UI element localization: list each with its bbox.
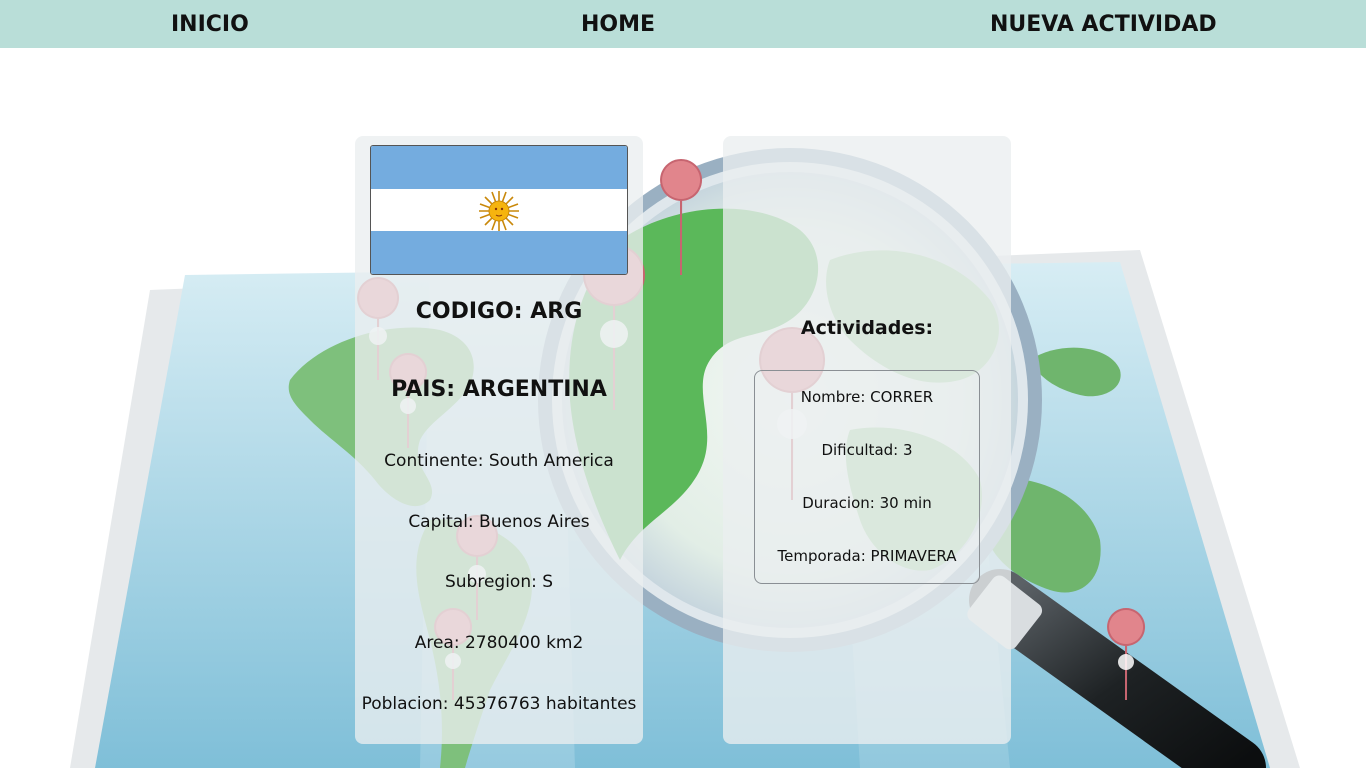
- country-flag-image: [370, 145, 628, 275]
- nav-link-home[interactable]: HOME: [581, 0, 655, 48]
- activities-title: Actividades:: [800, 317, 934, 339]
- top-navbar: INICIO HOME NUEVA ACTIVIDAD: [0, 0, 1366, 48]
- sun-of-may-icon: [479, 191, 519, 231]
- nav-link-inicio[interactable]: INICIO: [171, 0, 249, 48]
- activity-name: Nombre: CORRER: [800, 388, 934, 406]
- country-continent: Continente: South America: [384, 451, 614, 471]
- activity-season: Temporada: PRIMAVERA: [777, 547, 957, 565]
- country-name: PAIS: ARGENTINA: [391, 377, 607, 402]
- world-map-background: [70, 148, 1300, 768]
- activities-card: Actividades: Nombre: CORRER Dificultad: …: [723, 136, 1011, 744]
- nav-link-nueva-actividad[interactable]: NUEVA ACTIVIDAD: [990, 0, 1217, 48]
- country-detail-card: CODIGO: ARG PAIS: ARGENTINA Continente: …: [355, 136, 643, 744]
- country-subregion: Subregion: S: [444, 572, 554, 592]
- activity-difficulty: Dificultad: 3: [821, 441, 913, 459]
- activity-duration: Duracion: 30 min: [802, 494, 932, 512]
- flag-blue-stripe-bottom: [371, 231, 627, 274]
- country-capital: Capital: Buenos Aires: [408, 512, 590, 532]
- country-population: Poblacion: 45376763 habitantes: [361, 694, 637, 714]
- flag-blue-stripe-top: [371, 146, 627, 189]
- country-area: Area: 2780400 km2: [414, 633, 584, 653]
- activity-item: Nombre: CORRER Dificultad: 3 Duracion: 3…: [754, 370, 980, 584]
- country-code: CODIGO: ARG: [415, 299, 583, 324]
